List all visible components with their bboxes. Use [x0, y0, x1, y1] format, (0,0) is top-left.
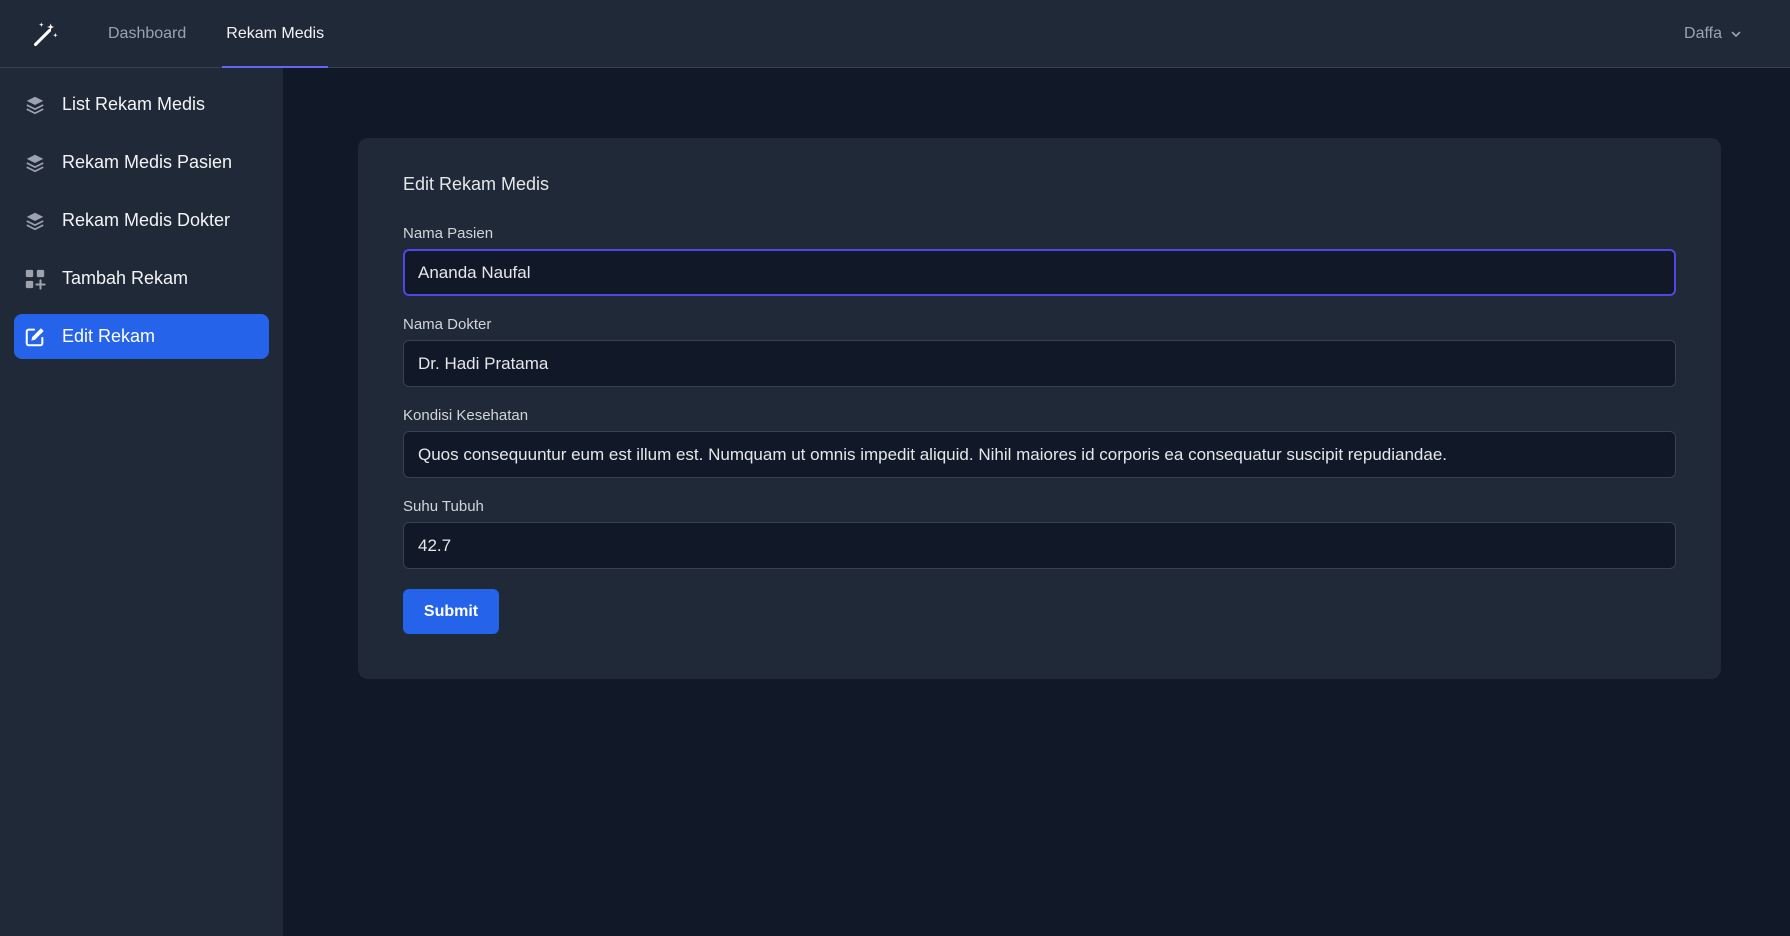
tab-dashboard-label: Dashboard	[108, 24, 187, 42]
sidebar-item-label: Rekam Medis Dokter	[62, 210, 231, 230]
nama-dokter-input[interactable]	[403, 340, 1676, 387]
tab-rekam-medis-label: Rekam Medis	[226, 24, 325, 42]
user-menu[interactable]: Daffa	[1684, 0, 1742, 68]
submit-button[interactable]: Submit	[403, 589, 499, 634]
sidebar-item-rekam-medis-dokter[interactable]: Rekam Medis Dokter	[14, 198, 269, 243]
chevron-down-icon	[1731, 31, 1741, 37]
user-name: Daffa	[1684, 25, 1722, 42]
sidebar-item-list-rekam-medis[interactable]: List Rekam Medis	[14, 82, 269, 127]
sidebar-item-label: List Rekam Medis	[62, 94, 206, 114]
layers-icon	[23, 93, 47, 117]
suhu-tubuh-input[interactable]	[403, 522, 1676, 569]
sidebar-item-label: Edit Rekam	[62, 326, 156, 346]
top-navbar: Dashboard Rekam Medis Daffa	[0, 0, 1790, 68]
form-title: Edit Rekam Medis	[403, 174, 550, 194]
sidebar-item-tambah-rekam[interactable]: Tambah Rekam	[14, 256, 269, 301]
sidebar: List Rekam Medis Rekam Medis Pasien Reka…	[0, 68, 283, 936]
sidebar-item-edit-rekam[interactable]: Edit Rekam	[14, 314, 269, 359]
layers-icon	[23, 151, 47, 175]
sidebar-item-rekam-medis-pasien[interactable]: Rekam Medis Pasien	[14, 140, 269, 185]
suhu-tubuh-label: Suhu Tubuh	[403, 498, 484, 515]
sidebar-item-label: Tambah Rekam	[62, 268, 189, 288]
nama-pasien-input[interactable]	[403, 249, 1676, 296]
kondisi-kesehatan-label: Kondisi Kesehatan	[403, 407, 529, 424]
add-grid-icon	[23, 267, 47, 291]
layers-icon	[23, 209, 47, 233]
magic-wand-icon	[33, 21, 58, 46]
edit-icon	[23, 325, 47, 349]
tab-rekam-medis[interactable]: Rekam Medis	[206, 0, 344, 68]
sidebar-item-label: Rekam Medis Pasien	[62, 152, 233, 172]
nama-pasien-label: Nama Pasien	[403, 225, 494, 242]
nama-dokter-label: Nama Dokter	[403, 316, 492, 333]
edit-form-card: Edit Rekam Medis Nama Pasien Nama Dokter…	[358, 138, 1721, 679]
app-logo[interactable]	[0, 0, 92, 67]
tab-dashboard[interactable]: Dashboard	[92, 0, 206, 67]
kondisi-kesehatan-input[interactable]	[403, 431, 1676, 478]
